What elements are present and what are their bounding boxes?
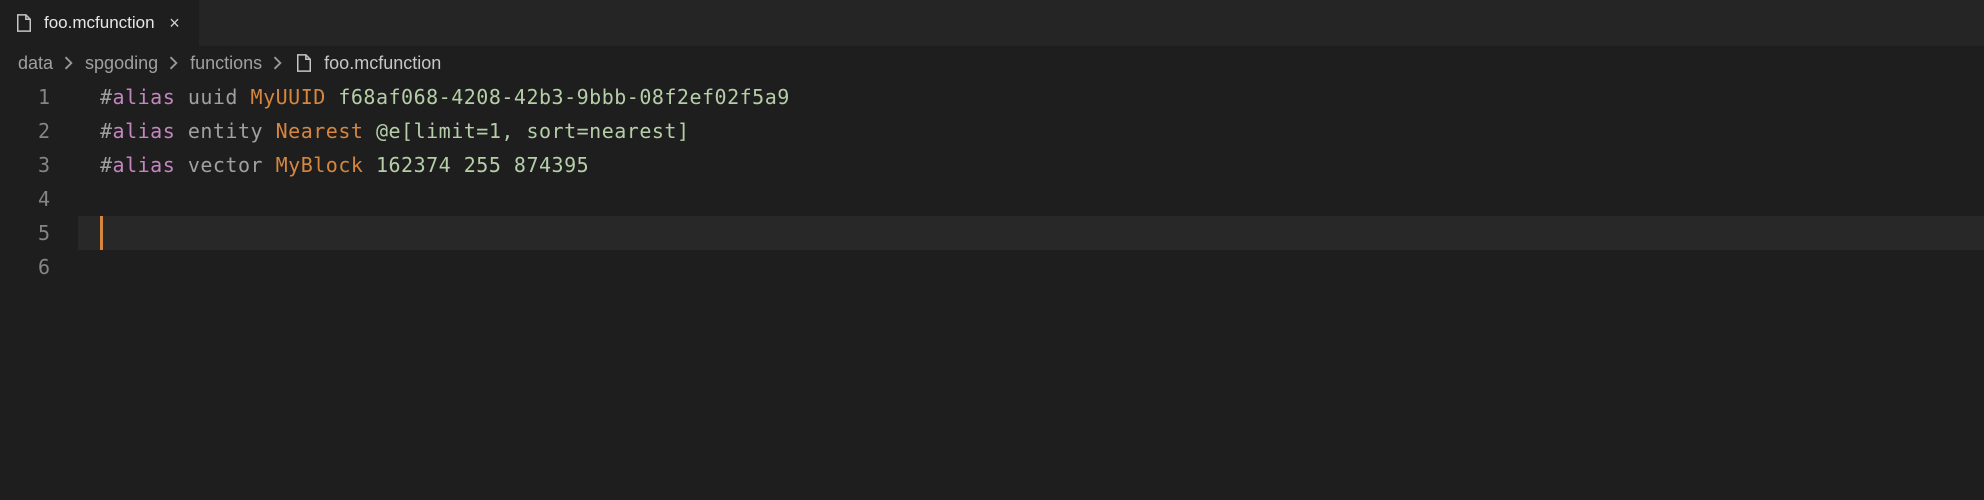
line-number: 4 xyxy=(0,182,50,216)
breadcrumb-seg-file[interactable]: foo.mcfunction xyxy=(294,53,441,74)
code-line-current[interactable] xyxy=(78,216,1984,250)
code-area[interactable]: #alias uuid MyUUID f68af068-4208-42b3-9b… xyxy=(78,80,1984,284)
text-cursor xyxy=(100,216,103,250)
tab-label: foo.mcfunction xyxy=(44,13,155,33)
line-number: 3 xyxy=(0,148,50,182)
code-line[interactable] xyxy=(78,182,1984,216)
breadcrumb-seg-functions[interactable]: functions xyxy=(190,53,262,74)
code-line[interactable] xyxy=(78,250,1984,284)
code-editor[interactable]: 1 2 3 4 5 6 #alias uuid MyUUID f68af068-… xyxy=(0,80,1984,284)
breadcrumb-seg-spgoding[interactable]: spgoding xyxy=(85,53,158,74)
tab-foo-mcfunction[interactable]: foo.mcfunction × xyxy=(0,0,199,46)
chevron-right-icon xyxy=(168,56,180,70)
breadcrumb-file-label: foo.mcfunction xyxy=(324,53,441,74)
chevron-right-icon xyxy=(63,56,75,70)
file-icon xyxy=(14,13,34,33)
close-icon[interactable]: × xyxy=(165,13,185,33)
line-number: 2 xyxy=(0,114,50,148)
code-line[interactable]: #alias entity Nearest @e[limit=1, sort=n… xyxy=(78,114,1984,148)
code-line[interactable]: #alias uuid MyUUID f68af068-4208-42b3-9b… xyxy=(78,80,1984,114)
file-icon xyxy=(294,53,314,73)
line-number-gutter: 1 2 3 4 5 6 xyxy=(0,80,78,284)
breadcrumb-seg-data[interactable]: data xyxy=(18,53,53,74)
line-number: 5 xyxy=(0,216,50,250)
code-line[interactable]: #alias vector MyBlock 162374 255 874395 xyxy=(78,148,1984,182)
line-number: 1 xyxy=(0,80,50,114)
chevron-right-icon xyxy=(272,56,284,70)
tab-bar: foo.mcfunction × xyxy=(0,0,1984,46)
breadcrumb: data spgoding functions foo.mcfunction xyxy=(0,46,1984,80)
line-number: 6 xyxy=(0,250,50,284)
